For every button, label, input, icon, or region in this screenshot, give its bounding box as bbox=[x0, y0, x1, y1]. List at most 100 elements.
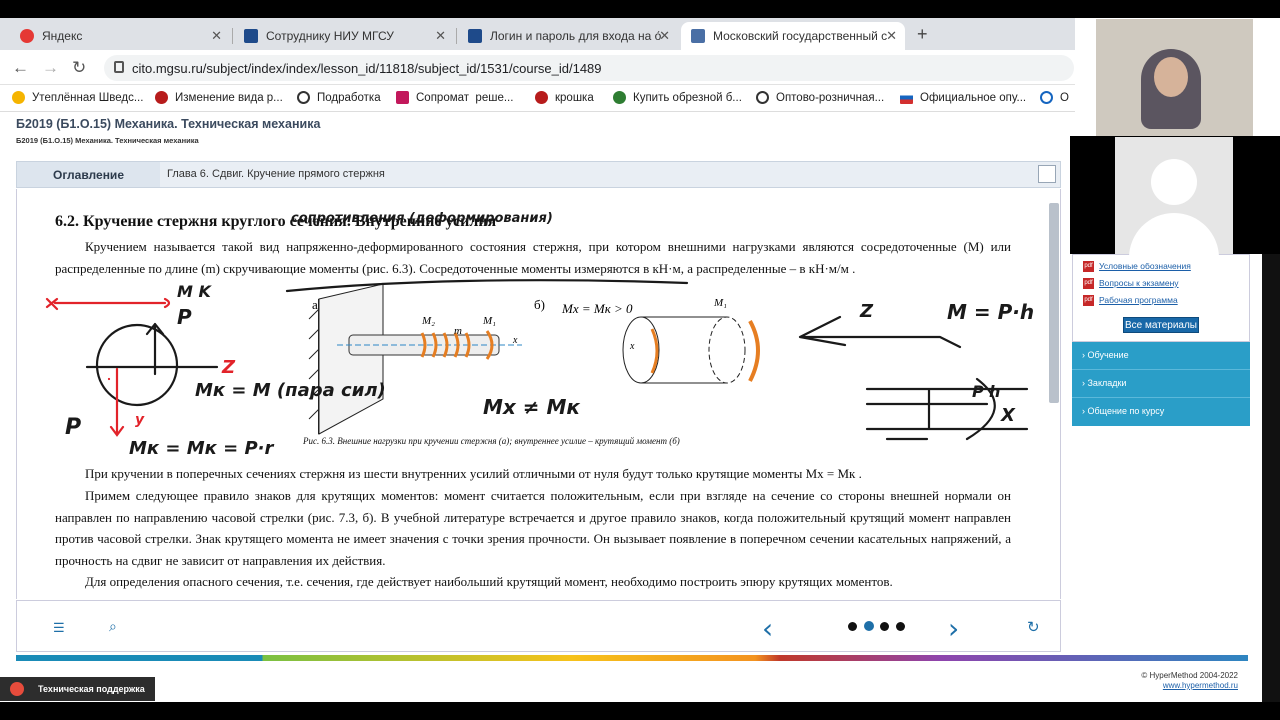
close-icon[interactable]: ✕ bbox=[659, 28, 670, 44]
paragraph-2: При кручении в поперечных сечениях стерж… bbox=[85, 466, 862, 481]
tab-mgsu-active[interactable]: Московский государственный с ✕ bbox=[681, 22, 905, 50]
svg-text:Z: Z bbox=[221, 357, 236, 378]
screen: Яндекс ✕ Сотруднику НИУ МГСУ ✕ Логин и п… bbox=[0, 0, 1280, 720]
link-exam-questions[interactable]: Вопросы к экзамену bbox=[1099, 278, 1179, 288]
refresh-icon[interactable]: ↻ bbox=[1027, 618, 1040, 636]
menu-communication[interactable]: › Общение по курсу bbox=[1082, 406, 1164, 416]
bookmark-8[interactable]: Официальное опу... bbox=[900, 91, 1026, 104]
paragraph-4: Для определения опасного сечения, т.е. с… bbox=[85, 574, 893, 589]
lesson-content: 6.2. Кручение стержня круглого сечения. … bbox=[16, 189, 1061, 599]
bookmark-5[interactable]: крошка bbox=[535, 91, 594, 104]
svg-text:M₁: M₁ bbox=[713, 297, 727, 309]
svg-text:x: x bbox=[512, 335, 518, 346]
svg-text:Z: Z bbox=[859, 301, 874, 322]
paragraph-3: Примем следующее правило знаков для крут… bbox=[55, 488, 1011, 568]
search-icon[interactable]: ⌕ bbox=[109, 618, 117, 635]
svg-text:m: m bbox=[454, 325, 462, 337]
link-work-program[interactable]: Рабочая программа bbox=[1099, 295, 1178, 305]
address-bar[interactable]: cito.mgsu.ru/subject/index/index/lesson_… bbox=[104, 55, 1074, 81]
support-button[interactable]: Техническая поддержка bbox=[0, 677, 155, 701]
footer-site-link[interactable]: www.hypermethod.ru bbox=[1141, 681, 1238, 691]
right-black-bar bbox=[1262, 254, 1280, 720]
svg-text:X: X bbox=[1000, 405, 1016, 426]
bookmark-3[interactable]: Подработка bbox=[297, 91, 381, 104]
lock-icon bbox=[114, 61, 124, 73]
content-scrollbar[interactable] bbox=[1049, 203, 1059, 403]
course-title: Б2019 (Б1.О.15) Механика. Техническая ме… bbox=[16, 117, 321, 131]
pdf-icon: pdf bbox=[1083, 278, 1094, 289]
menu-label: Закладки bbox=[1087, 378, 1127, 388]
svg-text:P: P bbox=[972, 382, 984, 401]
chapter-title: Глава 6. Сдвиг. Кручение прямого стержня bbox=[167, 168, 385, 180]
participant-avatar bbox=[1115, 137, 1233, 263]
pdf-icon: pdf bbox=[1083, 261, 1094, 272]
menu-learning[interactable]: › Обучение bbox=[1082, 350, 1129, 360]
site-icon bbox=[535, 91, 548, 104]
pdf-icon: pdf bbox=[1083, 295, 1094, 306]
url-text: cito.mgsu.ru/subject/index/index/lesson_… bbox=[132, 60, 602, 76]
flag-icon bbox=[900, 91, 913, 104]
tree-icon bbox=[613, 91, 626, 104]
close-icon[interactable]: ✕ bbox=[886, 28, 897, 44]
bookmark-label: Подработка bbox=[317, 91, 381, 104]
tab-label: Яндекс bbox=[42, 29, 83, 43]
bookmark-2[interactable]: Изменение вида р... bbox=[155, 91, 283, 104]
bottom-black-bar bbox=[0, 702, 1280, 720]
close-icon[interactable]: ✕ bbox=[211, 28, 222, 44]
all-materials-button[interactable]: Все материалы bbox=[1123, 317, 1199, 333]
course-menu: › Обучение › Закладки › Общение по курсу bbox=[1072, 342, 1250, 426]
prev-page-icon[interactable]: ‹ bbox=[762, 612, 773, 645]
document-icon bbox=[468, 29, 482, 43]
site-icon bbox=[155, 91, 168, 104]
support-label: Техническая поддержка bbox=[38, 684, 145, 694]
globe-icon bbox=[756, 91, 769, 104]
webcam-video bbox=[1096, 19, 1253, 136]
page-dot[interactable] bbox=[896, 622, 905, 631]
fig-b-label: б) bbox=[534, 297, 545, 312]
bookmark-7[interactable]: Оптово-розничная... bbox=[756, 91, 884, 104]
bookmark-1[interactable]: Утеплённая Шведс... bbox=[12, 91, 143, 104]
bookmark-4[interactable]: Сопромат ⁣ реше... bbox=[396, 91, 513, 104]
tab-label: Сотруднику НИУ МГСУ bbox=[266, 29, 394, 43]
tab-label: Логин и пароль для входа на о́ bbox=[490, 29, 662, 43]
bookmark-9[interactable]: О bbox=[1040, 91, 1069, 104]
tab-label: Московский государственный с bbox=[713, 29, 888, 43]
menu-bookmarks[interactable]: › Закладки bbox=[1082, 378, 1126, 388]
toc-button[interactable]: Оглавление bbox=[17, 162, 160, 187]
reload-icon[interactable]: ↻ bbox=[72, 58, 86, 78]
bookmark-6[interactable]: Купить обрезной б... bbox=[613, 91, 742, 104]
close-icon[interactable]: ✕ bbox=[435, 28, 446, 44]
tab-yandex[interactable]: Яндекс ✕ bbox=[10, 22, 230, 50]
bookmark-label: Купить обрезной б... bbox=[633, 91, 742, 104]
site-icon bbox=[1040, 91, 1053, 104]
bookmark-label: Сопромат ⁣ реше... bbox=[416, 91, 514, 104]
bookmark-label: Изменение вида р... bbox=[175, 91, 283, 104]
footer: © HyperMethod 2004-2022 www.hypermethod.… bbox=[1141, 671, 1238, 691]
figure-caption: Рис. 6.3. Внешние нагрузки при кручении … bbox=[303, 436, 680, 446]
top-black-bar bbox=[0, 0, 1280, 18]
tab-mgsu-staff[interactable]: Сотруднику НИУ МГСУ ✕ bbox=[234, 22, 454, 50]
forward-icon[interactable]: → bbox=[42, 58, 59, 78]
tab-login[interactable]: Логин и пароль для входа на о́ ✕ bbox=[458, 22, 678, 50]
svg-text:x: x bbox=[629, 341, 635, 352]
course-subtitle: Б2019 (Б1.О.15) Механика. Техническая ме… bbox=[16, 136, 199, 145]
fig-formula: Mx = Mк > 0 bbox=[561, 301, 633, 316]
hw-annotation-top: сопротивления (деформирования) bbox=[291, 211, 553, 226]
svg-text:M K: M K bbox=[177, 282, 212, 301]
site-icon bbox=[396, 91, 409, 104]
list-icon[interactable]: ☰ bbox=[53, 620, 65, 636]
new-tab-icon[interactable]: + bbox=[917, 24, 928, 45]
university-icon bbox=[691, 29, 705, 43]
document-icon bbox=[244, 29, 258, 43]
page-dot[interactable] bbox=[848, 622, 857, 631]
svg-text:P: P bbox=[177, 305, 192, 329]
hw-m-eq: M = P·h bbox=[947, 300, 1034, 324]
page-dot-active[interactable] bbox=[864, 621, 874, 631]
svg-text:P: P bbox=[65, 415, 81, 440]
next-page-icon[interactable]: › bbox=[948, 612, 959, 645]
page-dot[interactable] bbox=[880, 622, 889, 631]
back-icon[interactable]: ← bbox=[12, 58, 29, 78]
bookmark-label: Официальное опу... bbox=[920, 91, 1027, 104]
fullscreen-icon[interactable] bbox=[1038, 165, 1056, 183]
menu-label: Общение по курсу bbox=[1087, 406, 1165, 416]
